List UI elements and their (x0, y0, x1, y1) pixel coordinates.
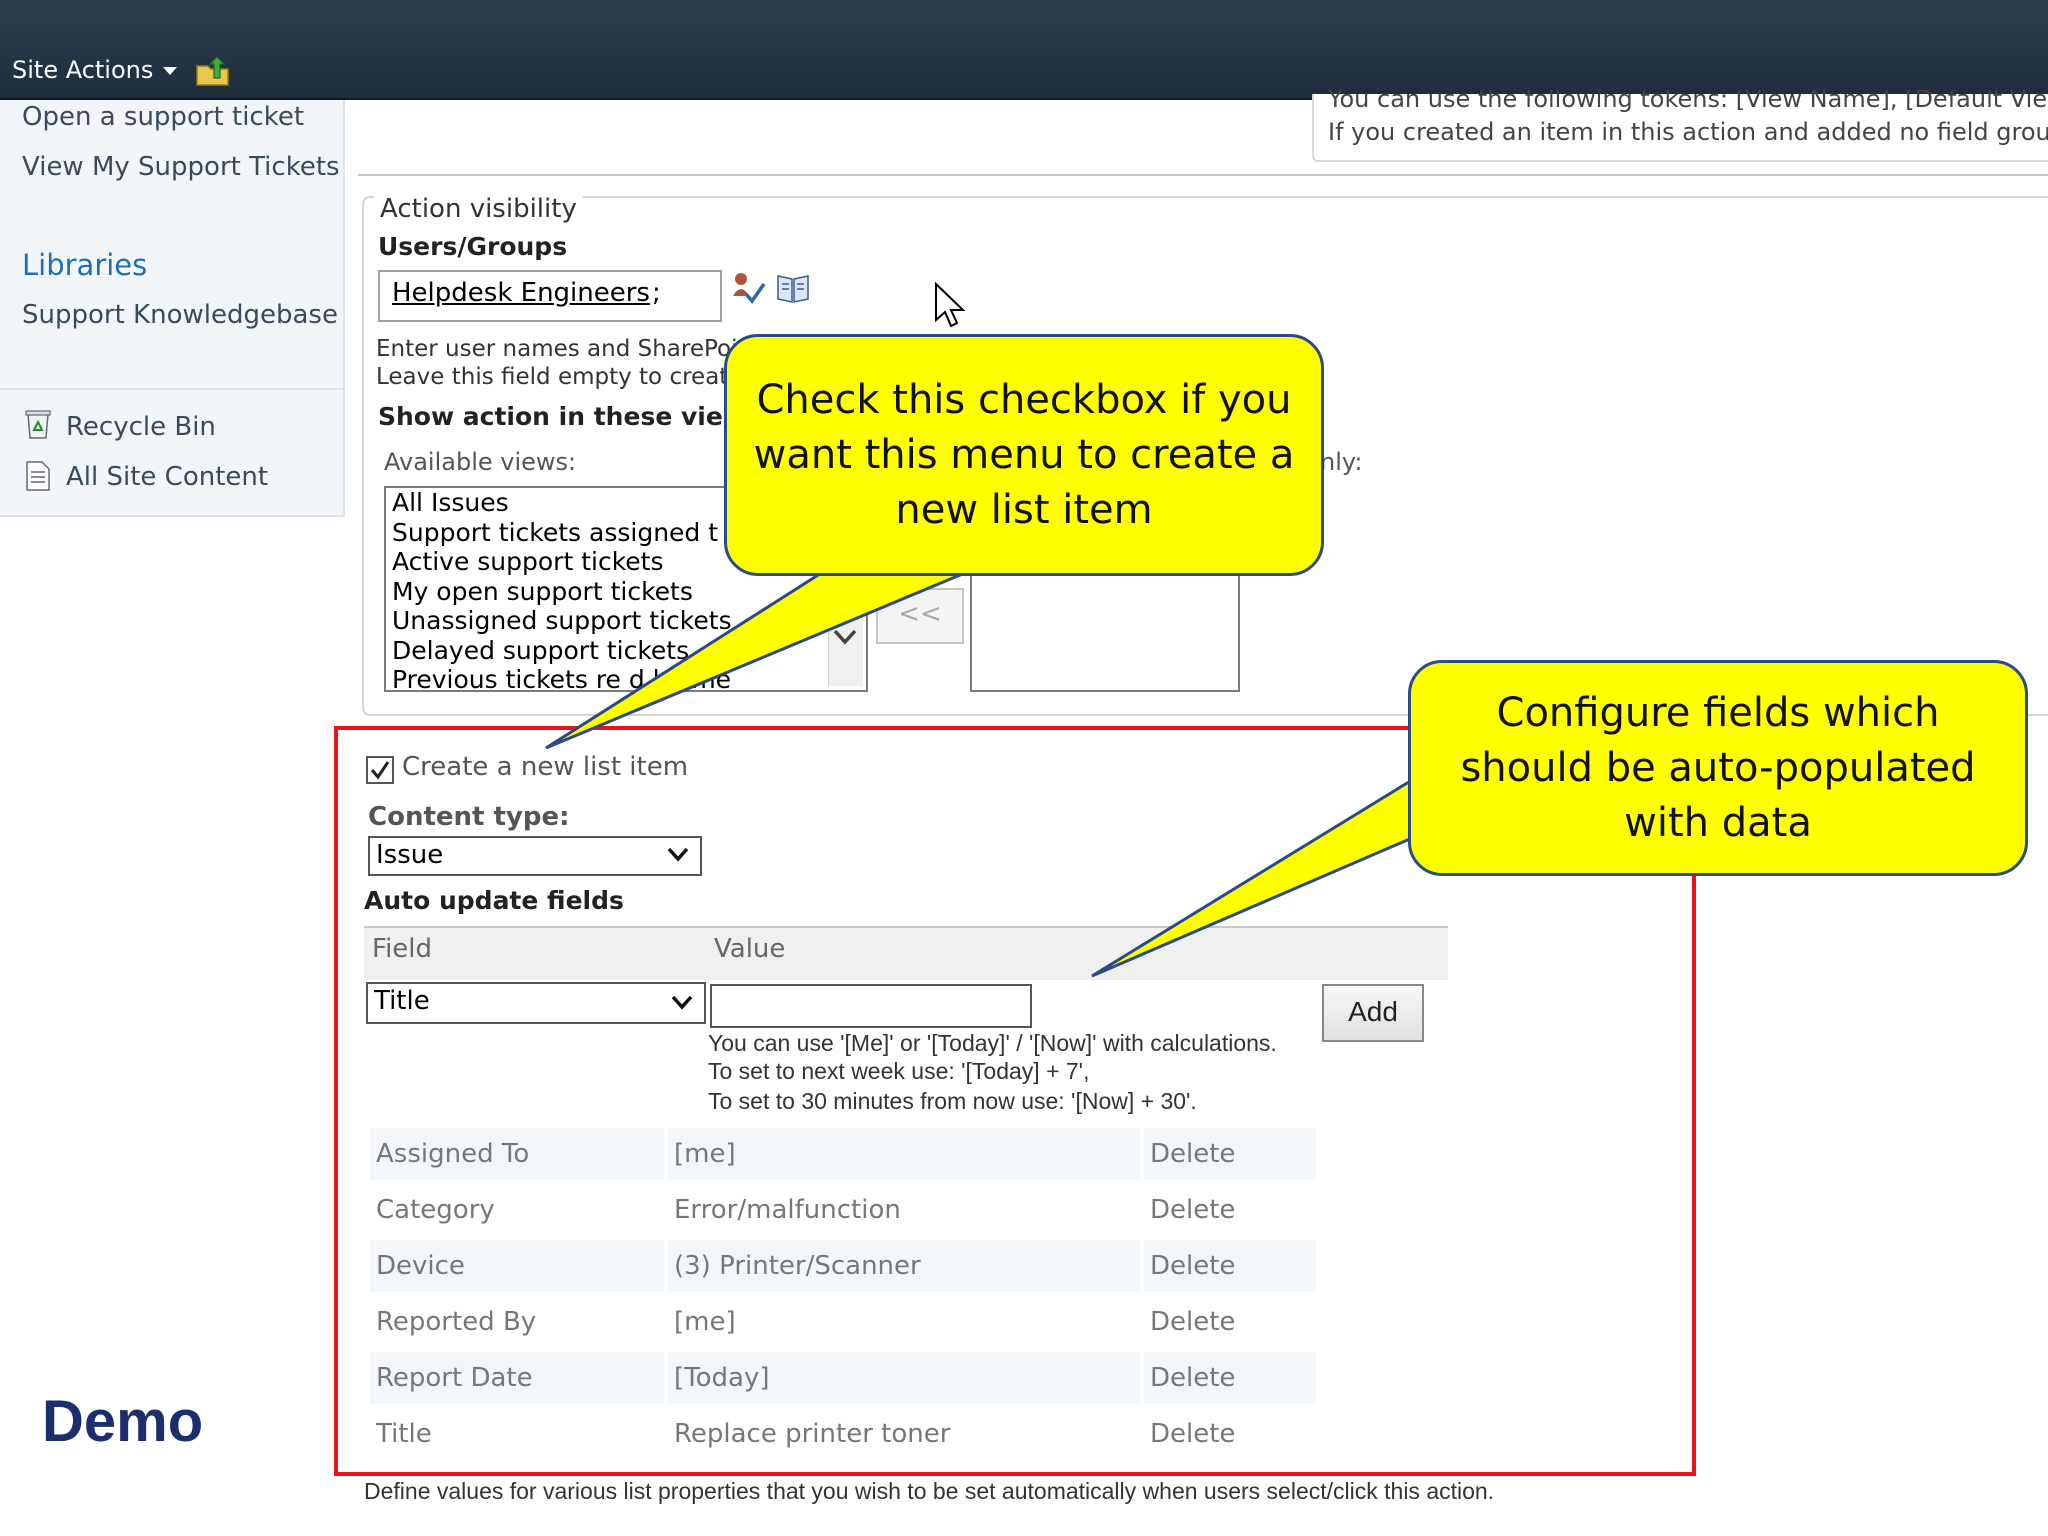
site-content-icon (26, 461, 50, 491)
chevron-down-icon[interactable] (668, 990, 696, 1014)
row-delete-link[interactable]: Delete (1144, 1408, 1316, 1460)
available-views-label: Available views: (384, 448, 577, 476)
mouse-cursor-icon (935, 282, 966, 328)
nav-link-recycle-bin[interactable]: Recycle Bin (66, 412, 216, 442)
demo-label: Demo (42, 1389, 204, 1454)
nav-link-my-tickets[interactable]: View My Support Tickets (22, 152, 340, 182)
chevron-down-icon[interactable] (828, 620, 862, 654)
tokens-text-line2: If you created an item in this action an… (1328, 118, 2048, 146)
help-text-line: To set to 30 minutes from now use: '[Now… (708, 1088, 1197, 1114)
check-names-icon[interactable] (730, 270, 766, 306)
add-field-button[interactable]: Add (1322, 984, 1424, 1042)
show-in-views-label: Show action in these views (378, 402, 761, 431)
users-groups-value[interactable]: Helpdesk Engineers (392, 278, 650, 308)
users-hint-line1: Enter user names and SharePoint (376, 336, 762, 362)
address-book-icon[interactable] (776, 272, 810, 304)
users-hint-line2: Leave this field empty to create (376, 364, 743, 390)
field-column-header: Field (372, 934, 433, 964)
auto-update-fields-label: Auto update fields (364, 886, 624, 915)
create-item-checkbox[interactable] (366, 756, 394, 784)
section-separator (358, 174, 2048, 176)
row-value: Error/malfunction (674, 1195, 901, 1225)
tokens-text-line1: You can use the following tokens: [View … (1328, 90, 2048, 113)
selected-views-listbox[interactable] (970, 566, 1240, 692)
left-navigation: Open a support ticket View My Support Ti… (0, 100, 345, 517)
content-type-label: Content type: (368, 802, 570, 832)
row-delete-link[interactable]: Delete (1144, 1184, 1316, 1236)
row-field: Assigned To (370, 1128, 664, 1180)
checkmark-icon (370, 761, 390, 780)
nav-divider (0, 388, 343, 390)
row-delete-link[interactable]: Delete (1144, 1296, 1316, 1348)
row-value: [me] (674, 1307, 736, 1337)
row-field: Reported By (376, 1307, 537, 1337)
row-field: Category (376, 1195, 495, 1225)
define-values-description: Define values for various list propertie… (364, 1478, 1495, 1504)
help-text-line: To set to next week use: '[Today] + 7', (708, 1058, 1090, 1084)
nav-link-all-site-content[interactable]: All Site Content (66, 462, 268, 492)
nav-link-open-ticket[interactable]: Open a support ticket (22, 102, 304, 132)
recycle-bin-icon (25, 410, 51, 439)
navigate-up-icon[interactable] (196, 56, 230, 86)
view-option[interactable]: Delayed support tickets (386, 636, 866, 666)
row-value: (3) Printer/Scanner (668, 1240, 1140, 1292)
create-item-label[interactable]: Create a new list item (402, 752, 688, 782)
row-value: [me] (668, 1128, 1140, 1180)
row-delete-link[interactable]: Delete (1144, 1352, 1316, 1404)
content-type-value: Issue (376, 840, 444, 870)
row-field: Device (370, 1240, 664, 1292)
callout-checkbox-hint: Check this checkbox if you want this men… (724, 334, 1324, 576)
users-groups-separator: ; (652, 278, 661, 308)
row-value: Replace printer toner (674, 1419, 951, 1449)
site-actions-label: Site Actions (12, 56, 154, 84)
row-field: Title (376, 1419, 432, 1449)
site-actions-menu[interactable]: Site Actions (12, 56, 178, 84)
nav-link-knowledgebase[interactable]: Support Knowledgebase (22, 300, 338, 330)
view-option[interactable]: Previous tickets re d by me (386, 665, 866, 690)
row-delete-link[interactable]: Delete (1144, 1240, 1316, 1292)
row-field: Report Date (370, 1352, 664, 1404)
value-column-header: Value (714, 934, 786, 964)
callout-fields-hint: Configure fields which should be auto-po… (1408, 660, 2028, 876)
view-option[interactable]: Unassigned support tickets (386, 606, 866, 636)
row-delete-link[interactable]: Delete (1144, 1128, 1316, 1180)
view-option[interactable]: My open support tickets (386, 577, 866, 607)
chevron-down-icon[interactable] (664, 842, 692, 866)
field-select-value: Title (374, 986, 430, 1016)
users-groups-label: Users/Groups (378, 232, 568, 261)
nav-heading-libraries[interactable]: Libraries (22, 248, 147, 282)
ribbon-bar (0, 0, 2048, 100)
remove-view-button[interactable]: << (876, 588, 964, 644)
selected-views-label: nly: (1320, 448, 1363, 476)
action-visibility-legend: Action visibility (374, 194, 583, 224)
field-value-input[interactable] (710, 984, 1032, 1028)
fields-table-header (364, 926, 1448, 980)
chevron-down-icon (163, 67, 178, 75)
row-value: [Today] (668, 1352, 1140, 1404)
help-text-line: You can use '[Me]' or '[Today]' / '[Now]… (708, 1030, 1277, 1056)
